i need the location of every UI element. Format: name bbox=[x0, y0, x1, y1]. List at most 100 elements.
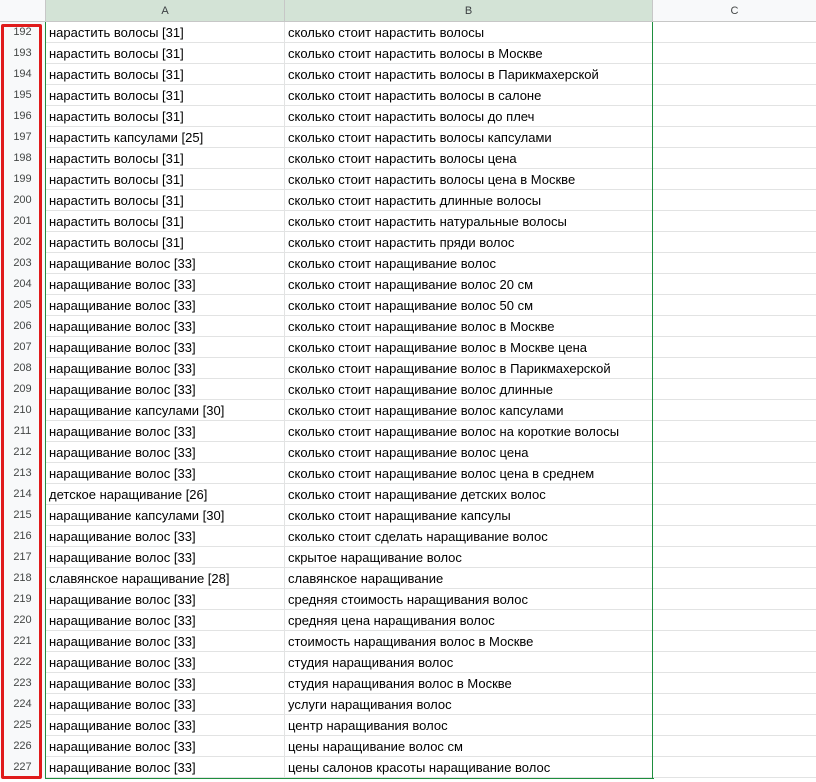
cell-a[interactable]: наращивание капсулами [30] bbox=[46, 400, 285, 421]
cell-c[interactable] bbox=[653, 631, 816, 652]
row-number-header[interactable]: 206 bbox=[0, 316, 46, 337]
cell-b[interactable]: цены салонов красоты наращивание волос bbox=[285, 757, 653, 778]
cell-c[interactable] bbox=[653, 43, 816, 64]
cell-c[interactable] bbox=[653, 757, 816, 778]
cell-b[interactable]: сколько стоит нарастить длинные волосы bbox=[285, 190, 653, 211]
cell-b[interactable]: сколько стоит наращивание волос в Москве… bbox=[285, 337, 653, 358]
cell-a[interactable]: наращивание волос [33] bbox=[46, 610, 285, 631]
cell-a[interactable]: наращивание волос [33] bbox=[46, 631, 285, 652]
cell-c[interactable] bbox=[653, 22, 816, 43]
cell-c[interactable] bbox=[653, 400, 816, 421]
cell-b[interactable]: сколько стоит нарастить волосы цена в Мо… bbox=[285, 169, 653, 190]
row-number-header[interactable]: 212 bbox=[0, 442, 46, 463]
cell-c[interactable] bbox=[653, 715, 816, 736]
cell-a[interactable]: наращивание волос [33] bbox=[46, 694, 285, 715]
cell-b[interactable]: сколько стоит наращивание волос в Парикм… bbox=[285, 358, 653, 379]
cell-c[interactable] bbox=[653, 505, 816, 526]
cell-b[interactable]: средняя стоимость наращивания волос bbox=[285, 589, 653, 610]
cell-c[interactable] bbox=[653, 379, 816, 400]
cell-a[interactable]: детское наращивание [26] bbox=[46, 484, 285, 505]
row-number-header[interactable]: 213 bbox=[0, 463, 46, 484]
cell-b[interactable]: сколько стоит наращивание волос цена bbox=[285, 442, 653, 463]
cell-b[interactable]: сколько стоит наращивание волос длинные bbox=[285, 379, 653, 400]
cell-c[interactable] bbox=[653, 526, 816, 547]
cell-a[interactable]: наращивание волос [33] bbox=[46, 421, 285, 442]
cell-c[interactable] bbox=[653, 232, 816, 253]
row-number-header[interactable]: 215 bbox=[0, 505, 46, 526]
row-number-header[interactable]: 202 bbox=[0, 232, 46, 253]
row-number-header[interactable]: 209 bbox=[0, 379, 46, 400]
cell-a[interactable]: наращивание волос [33] bbox=[46, 547, 285, 568]
cell-c[interactable] bbox=[653, 148, 816, 169]
cell-a[interactable]: наращивание волос [33] bbox=[46, 316, 285, 337]
cell-b[interactable]: средняя цена наращивания волос bbox=[285, 610, 653, 631]
cell-a[interactable]: наращивание волос [33] bbox=[46, 673, 285, 694]
cell-a[interactable]: нарастить волосы [31] bbox=[46, 211, 285, 232]
cell-c[interactable] bbox=[653, 568, 816, 589]
cell-a[interactable]: наращивание волос [33] bbox=[46, 736, 285, 757]
cell-b[interactable]: сколько стоит наращивание волос в Москве bbox=[285, 316, 653, 337]
cell-b[interactable]: сколько стоит сделать наращивание волос bbox=[285, 526, 653, 547]
cell-b[interactable]: сколько стоит наращивание волос на корот… bbox=[285, 421, 653, 442]
cell-c[interactable] bbox=[653, 694, 816, 715]
cell-a[interactable]: наращивание волос [33] bbox=[46, 274, 285, 295]
cell-a[interactable]: нарастить волосы [31] bbox=[46, 22, 285, 43]
cell-c[interactable] bbox=[653, 190, 816, 211]
row-number-header[interactable]: 214 bbox=[0, 484, 46, 505]
cell-c[interactable] bbox=[653, 316, 816, 337]
row-number-header[interactable]: 210 bbox=[0, 400, 46, 421]
cell-c[interactable] bbox=[653, 253, 816, 274]
row-number-header[interactable]: 193 bbox=[0, 43, 46, 64]
cell-c[interactable] bbox=[653, 169, 816, 190]
cell-a[interactable]: наращивание волос [33] bbox=[46, 253, 285, 274]
cell-c[interactable] bbox=[653, 106, 816, 127]
cell-b[interactable]: сколько стоит нарастить волосы цена bbox=[285, 148, 653, 169]
row-number-header[interactable]: 222 bbox=[0, 652, 46, 673]
cell-c[interactable] bbox=[653, 358, 816, 379]
row-number-header[interactable]: 198 bbox=[0, 148, 46, 169]
cell-b[interactable]: сколько стоит нарастить волосы в Москве bbox=[285, 43, 653, 64]
cell-a[interactable]: наращивание волос [33] bbox=[46, 337, 285, 358]
row-number-header[interactable]: 223 bbox=[0, 673, 46, 694]
row-number-header[interactable]: 225 bbox=[0, 715, 46, 736]
cell-b[interactable]: сколько стоит нарастить пряди волос bbox=[285, 232, 653, 253]
cell-b[interactable]: сколько стоит нарастить натуральные воло… bbox=[285, 211, 653, 232]
cell-b[interactable]: сколько стоит наращивание детских волос bbox=[285, 484, 653, 505]
cell-c[interactable] bbox=[653, 295, 816, 316]
row-number-header[interactable]: 192 bbox=[0, 22, 46, 43]
cell-b[interactable]: услуги наращивания волос bbox=[285, 694, 653, 715]
row-number-header[interactable]: 196 bbox=[0, 106, 46, 127]
cell-c[interactable] bbox=[653, 85, 816, 106]
row-number-header[interactable]: 205 bbox=[0, 295, 46, 316]
cell-c[interactable] bbox=[653, 442, 816, 463]
cell-b[interactable]: сколько стоит наращивание волос капсулам… bbox=[285, 400, 653, 421]
cell-a[interactable]: наращивание капсулами [30] bbox=[46, 505, 285, 526]
cell-a[interactable]: наращивание волос [33] bbox=[46, 757, 285, 778]
cell-a[interactable]: славянское наращивание [28] bbox=[46, 568, 285, 589]
row-number-header[interactable]: 207 bbox=[0, 337, 46, 358]
cell-c[interactable] bbox=[653, 610, 816, 631]
cell-a[interactable]: наращивание волос [33] bbox=[46, 463, 285, 484]
cell-c[interactable] bbox=[653, 652, 816, 673]
cell-c[interactable] bbox=[653, 127, 816, 148]
row-number-header[interactable]: 211 bbox=[0, 421, 46, 442]
cell-a[interactable]: нарастить волосы [31] bbox=[46, 190, 285, 211]
row-number-header[interactable]: 227 bbox=[0, 757, 46, 778]
cell-c[interactable] bbox=[653, 484, 816, 505]
cell-b[interactable]: сколько стоит нарастить волосы bbox=[285, 22, 653, 43]
cell-a[interactable]: нарастить волосы [31] bbox=[46, 43, 285, 64]
cell-a[interactable]: нарастить волосы [31] bbox=[46, 85, 285, 106]
row-number-header[interactable]: 226 bbox=[0, 736, 46, 757]
cell-c[interactable] bbox=[653, 463, 816, 484]
cell-b[interactable]: сколько стоит наращивание волос 20 см bbox=[285, 274, 653, 295]
cell-b[interactable]: сколько стоит нарастить волосы в Парикма… bbox=[285, 64, 653, 85]
row-number-header[interactable]: 203 bbox=[0, 253, 46, 274]
cell-c[interactable] bbox=[653, 673, 816, 694]
column-header-a[interactable]: A bbox=[46, 0, 285, 22]
row-number-header[interactable]: 218 bbox=[0, 568, 46, 589]
cell-b[interactable]: сколько стоит нарастить волосы до плеч bbox=[285, 106, 653, 127]
cell-c[interactable] bbox=[653, 337, 816, 358]
cell-c[interactable] bbox=[653, 211, 816, 232]
cell-b[interactable]: сколько стоит нарастить волосы в салоне bbox=[285, 85, 653, 106]
cell-b[interactable]: сколько стоит наращивание капсулы bbox=[285, 505, 653, 526]
